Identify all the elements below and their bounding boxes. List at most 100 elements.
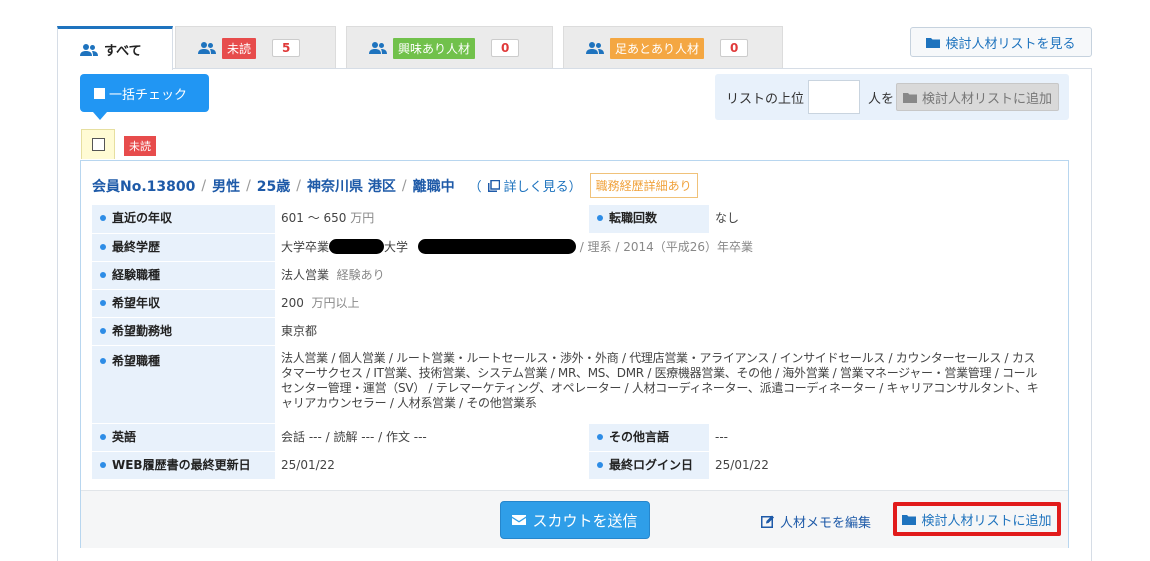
desired-location-label: 希望勤務地 bbox=[112, 323, 173, 338]
english-label: 英語 bbox=[112, 429, 137, 444]
table-row: WEB履歴書の最終更新日 25/01/22 最終ログイン日 25/01/22 bbox=[92, 451, 1052, 480]
experience-label: 経験職種 bbox=[112, 267, 161, 282]
education-label: 最終学歴 bbox=[112, 239, 161, 254]
bullet-icon bbox=[100, 243, 106, 250]
folder-icon bbox=[902, 92, 917, 103]
other-language-label: その他言語 bbox=[609, 429, 670, 444]
edit-memo-label: 人材メモを編集 bbox=[780, 516, 872, 531]
add-top-to-list-button[interactable]: 検討人材リストに追加 bbox=[896, 83, 1059, 111]
bulk-check-button[interactable]: 一括チェック bbox=[80, 74, 209, 112]
tab-interest-count: 0 bbox=[491, 39, 520, 57]
bulk-check-label: 一括チェック bbox=[109, 87, 188, 103]
detail-open-paren: （ bbox=[468, 180, 482, 195]
external-window-icon bbox=[487, 179, 500, 192]
desired-location-value: 東京都 bbox=[281, 323, 318, 338]
detail-link[interactable]: （ 詳しく見る ） bbox=[469, 176, 582, 195]
tab-unread-tag: 未読 bbox=[222, 37, 257, 59]
bullet-icon bbox=[100, 433, 106, 440]
separator: / bbox=[246, 177, 251, 194]
table-row: 英語 会話 --- / 読解 --- / 作文 --- その他言語 --- bbox=[92, 423, 1052, 452]
candidate-headline: 会員No.13800 / 男性 / 25歳 / 神奈川県 港区 / 離職中 （ … bbox=[92, 173, 698, 198]
separator: / bbox=[296, 177, 301, 194]
envelope-icon bbox=[512, 515, 527, 525]
separator: / bbox=[401, 177, 407, 194]
member-id: 会員No.13800 bbox=[92, 178, 196, 195]
bullet-icon bbox=[597, 215, 603, 221]
tab-footprint[interactable]: 足あとあり人材 0 bbox=[563, 26, 783, 69]
redaction bbox=[329, 238, 385, 254]
education-prefix: 大学卒業 bbox=[281, 239, 330, 254]
bullet-icon bbox=[100, 357, 106, 364]
tab-unread[interactable]: 未読 5 bbox=[175, 26, 336, 69]
list-add-bar: リストの上位 人を 検討人材リストに追加 bbox=[715, 74, 1069, 120]
experience-value: 法人営業 bbox=[281, 267, 330, 282]
tab-interest[interactable]: 興味あり人材 0 bbox=[346, 26, 553, 69]
member-age: 25歳 bbox=[256, 178, 291, 195]
bullet-icon bbox=[597, 433, 603, 440]
education-mid: 大学 bbox=[384, 239, 409, 254]
folder-icon bbox=[926, 37, 941, 48]
candidate-card: 会員No.13800 / 男性 / 25歳 / 神奈川県 港区 / 離職中 （ … bbox=[80, 160, 1069, 548]
tab-footprint-tag: 足あとあり人材 bbox=[610, 37, 705, 59]
tab-all[interactable]: すべて bbox=[57, 26, 173, 70]
member-status: 離職中 bbox=[412, 178, 455, 195]
send-scout-label: スカウトを送信 bbox=[532, 511, 638, 530]
education-suffix: / 理系 / 2014（平成26）年卒業 bbox=[579, 239, 754, 254]
unread-badge: 未読 bbox=[124, 136, 156, 156]
bullet-icon bbox=[100, 299, 106, 306]
item-checkbox[interactable] bbox=[91, 138, 105, 151]
item-checkbox-cell[interactable] bbox=[81, 129, 115, 159]
last-login-value: 25/01/22 bbox=[715, 457, 769, 472]
desired-income-unit: 万円以上 bbox=[311, 295, 360, 310]
view-candidate-list-label: 検討人材リストを見る bbox=[945, 36, 1076, 52]
list-top-prefix: リストの上位 bbox=[726, 92, 805, 107]
last-login-label: 最終ログイン日 bbox=[609, 457, 694, 472]
add-to-candidate-list-button[interactable]: 検討人材リストに追加 bbox=[893, 502, 1061, 536]
desired-income-value: 200 bbox=[281, 295, 304, 310]
resume-updated-label: WEB履歴書の最終更新日 bbox=[112, 457, 251, 472]
view-candidate-list-button[interactable]: 検討人材リストを見る bbox=[910, 27, 1092, 57]
member-location: 神奈川県 港区 bbox=[307, 178, 396, 195]
detail-close-paren: ） bbox=[568, 180, 582, 195]
english-value: 会話 --- / 読解 --- / 作文 --- bbox=[281, 429, 427, 444]
tab-interest-tag: 興味あり人材 bbox=[393, 37, 476, 59]
bulk-arrow bbox=[93, 112, 107, 120]
job-changes-value: なし bbox=[715, 211, 740, 225]
candidate-info-table: 直近の年収 601 ～ 650 万円 転職回数 なし 最終学歴 大学卒業 大学 /… bbox=[92, 205, 1052, 480]
income-value: 601 ～ 650 bbox=[281, 211, 347, 225]
tab-all-label: すべて bbox=[104, 44, 142, 59]
other-language-value: --- bbox=[715, 429, 728, 444]
add-to-candidate-list-label: 検討人材リストに追加 bbox=[921, 513, 1052, 529]
tab-footprint-count: 0 bbox=[720, 39, 749, 57]
resume-updated-value: 25/01/22 bbox=[281, 457, 335, 472]
edit-memo-link[interactable]: 人材メモを編集 bbox=[761, 512, 871, 531]
edit-icon bbox=[761, 515, 774, 528]
desired-jobs-label: 希望職種 bbox=[112, 353, 161, 368]
job-changes-label: 転職回数 bbox=[609, 211, 658, 225]
add-top-to-list-label: 検討人材リストに追加 bbox=[921, 91, 1052, 107]
experience-note: 経験あり bbox=[336, 267, 385, 282]
tab-unread-count: 5 bbox=[272, 39, 301, 57]
detail-link-label: 詳しく見る bbox=[503, 180, 569, 195]
table-row: 最終学歴 大学卒業 大学 / 理系 / 2014（平成26）年卒業 bbox=[92, 233, 1052, 262]
send-scout-button[interactable]: スカウトを送信 bbox=[500, 501, 650, 539]
bullet-icon bbox=[597, 461, 603, 468]
desired-jobs-value: 法人営業 / 個人営業 / ルート営業・ルートセールス・渉外・外商 / 代理店営… bbox=[281, 350, 1039, 410]
bullet-icon bbox=[100, 215, 106, 221]
table-row: 希望年収 200 万円以上 bbox=[92, 289, 1052, 318]
folder-icon bbox=[902, 514, 917, 525]
table-row: 希望職種 法人営業 / 個人営業 / ルート営業・ルートセールス・渉外・外商 /… bbox=[92, 345, 1052, 424]
redaction bbox=[417, 238, 576, 254]
card-footer: スカウトを送信 人材メモを編集 検討人材リストに追加 bbox=[81, 490, 1068, 548]
bulk-checkbox[interactable] bbox=[94, 87, 105, 99]
table-row: 経験職種 法人営業 経験あり bbox=[92, 261, 1052, 290]
users-icon bbox=[586, 42, 604, 54]
income-unit: 万円 bbox=[350, 211, 375, 225]
work-history-badge: 職務経歴詳細あり bbox=[589, 173, 698, 198]
bullet-icon bbox=[100, 271, 106, 278]
list-top-count-input[interactable] bbox=[808, 80, 860, 114]
separator: / bbox=[201, 177, 207, 194]
bullet-icon bbox=[100, 327, 106, 334]
users-icon bbox=[198, 42, 216, 54]
scout-page: すべて 未読 5 興味あり人材 0 足あとあり人材 0 検討人材リストを見る 一… bbox=[0, 0, 1150, 561]
